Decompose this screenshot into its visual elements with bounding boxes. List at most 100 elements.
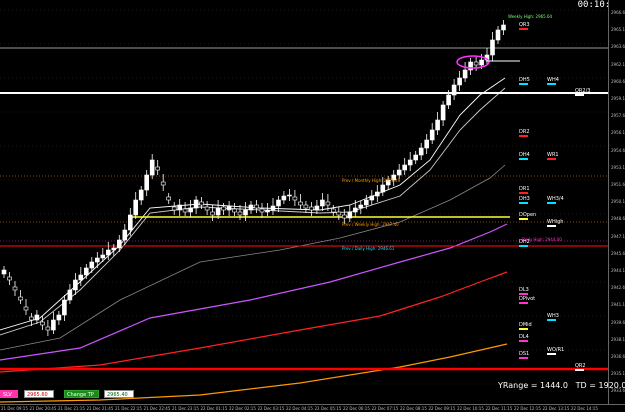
price-tick-label: 2948.60 xyxy=(611,216,625,222)
level-qr23: QR2/3 xyxy=(575,88,590,96)
candle xyxy=(248,201,254,214)
candle xyxy=(7,272,12,285)
candle xyxy=(166,193,171,204)
candle xyxy=(292,190,298,206)
time-tick-label: 21 Dec 21:15 xyxy=(58,406,85,411)
candle xyxy=(84,264,89,279)
time-tick-label: 22 Dec 03:15 xyxy=(257,406,285,411)
yrange-value: YRange = 1444.0 xyxy=(498,381,569,390)
candle xyxy=(89,257,95,273)
slv-value-field[interactable]: 2965.60 xyxy=(24,390,54,398)
candle xyxy=(336,207,342,220)
candle xyxy=(128,208,133,236)
price-tick-label: 2966.60 xyxy=(611,10,625,15)
level-dopen: DOpen xyxy=(519,212,536,220)
candle xyxy=(451,79,457,100)
level-label: WH3/4 xyxy=(547,196,564,202)
price-tick-label: 2956.10 xyxy=(611,130,625,136)
level-color-bar xyxy=(519,192,528,194)
price-tick-label: 2959.10 xyxy=(611,96,625,101)
time-tick-label: 22 Dec 06:15 xyxy=(343,406,370,411)
candle xyxy=(468,58,473,75)
candle xyxy=(314,200,320,214)
level-label: DR2 xyxy=(519,129,530,135)
level-color-bar xyxy=(519,158,528,160)
level-qr2: QR2 xyxy=(575,363,586,371)
time-tick-label: 22 Dec 05:15 xyxy=(314,406,342,411)
price-axis: 2966.60 2965.10 2963.60 2962.10 2960.60 2959.… xyxy=(608,0,625,404)
candle xyxy=(462,62,468,82)
level-dh2: DH2 xyxy=(519,239,530,247)
level-label: QR2 xyxy=(575,363,586,369)
slv-value: 2965.60 xyxy=(27,392,48,398)
level-color-bar xyxy=(547,353,556,355)
price-tick-label: 2957.60 xyxy=(611,113,625,119)
price-tick-label: 2951.60 xyxy=(611,182,625,187)
candle xyxy=(418,143,424,160)
change-tp-button[interactable]: Change TP xyxy=(64,390,99,398)
candle xyxy=(78,267,84,286)
level-color-bar xyxy=(519,135,528,137)
candle xyxy=(51,312,56,334)
candle xyxy=(457,71,462,91)
time-tick-label: 22 Dec 07:15 xyxy=(371,406,399,411)
level-color-bar xyxy=(547,158,556,160)
candle xyxy=(303,201,309,213)
price-tick-label: 2950.10 xyxy=(611,199,625,205)
candle xyxy=(149,154,155,179)
level-label: QR3 xyxy=(519,22,530,28)
level-label: QR2/3 xyxy=(575,88,591,94)
candle xyxy=(23,299,29,315)
candle xyxy=(396,164,402,179)
level-dl4: DL4 xyxy=(519,334,529,342)
time-tick-label: 21 Dec 23:15 xyxy=(172,406,199,411)
price-tick-label: 2941.10 xyxy=(611,302,625,308)
td-value: TD = 1920.0 xyxy=(575,381,625,390)
level-ds1: DS1 xyxy=(519,351,529,359)
candle xyxy=(171,202,177,215)
level-color-bar xyxy=(519,328,528,330)
level-color-bar xyxy=(519,302,528,304)
level-label: DOpen xyxy=(519,212,537,218)
price-chart[interactable] xyxy=(0,0,608,404)
candle xyxy=(429,123,435,144)
grid-lines xyxy=(0,9,608,385)
level-color-bar xyxy=(547,319,556,321)
level-color-bar xyxy=(547,83,556,85)
level-color-bar xyxy=(519,340,528,342)
level-label: DR1 xyxy=(519,186,530,192)
level-qr3: QR3 xyxy=(519,22,530,30)
level-color-bar xyxy=(519,218,528,220)
time-axis: 21 Dec 09:15 21 Dec 20:45 21 Dec 21:15 21 D… xyxy=(0,404,625,412)
level-color-bar xyxy=(519,357,528,359)
candle xyxy=(215,200,221,219)
candle xyxy=(1,266,7,278)
candle xyxy=(281,191,287,204)
level-dpivot: DPivot xyxy=(519,296,535,304)
level-label: DH2 xyxy=(519,239,530,245)
time-tick-label: 21 Dec 22:15 xyxy=(115,406,142,411)
price-tick-label: 2963.60 xyxy=(611,44,625,50)
candle xyxy=(45,320,51,336)
candle xyxy=(56,311,62,325)
level-label: WH3 xyxy=(547,313,559,319)
level-label: DL3 xyxy=(519,287,529,293)
stats-readout: YRange = 1444.0 TD = 1920.0 xyxy=(498,381,625,390)
tp-value-field[interactable]: 2965.40 xyxy=(104,390,134,398)
candle xyxy=(320,193,325,211)
moving-averages xyxy=(0,77,508,403)
time-tick-label: 21 Dec 20:45 xyxy=(29,406,57,411)
candle xyxy=(413,151,419,164)
candle xyxy=(182,202,188,216)
price-tick-label: 2954.60 xyxy=(611,147,625,153)
candle xyxy=(424,134,430,154)
candle xyxy=(144,170,149,196)
price-tick-label: 2942.60 xyxy=(611,285,625,291)
candle xyxy=(155,160,160,175)
tp-value: 2965.40 xyxy=(107,392,128,398)
level-dh5: DH5 xyxy=(519,77,530,85)
slv-button[interactable]: SLV xyxy=(0,390,18,398)
time-tick-label: 21 Dec 21:45 xyxy=(86,406,114,411)
candle xyxy=(34,310,40,324)
level-label: DS1 xyxy=(519,351,530,357)
